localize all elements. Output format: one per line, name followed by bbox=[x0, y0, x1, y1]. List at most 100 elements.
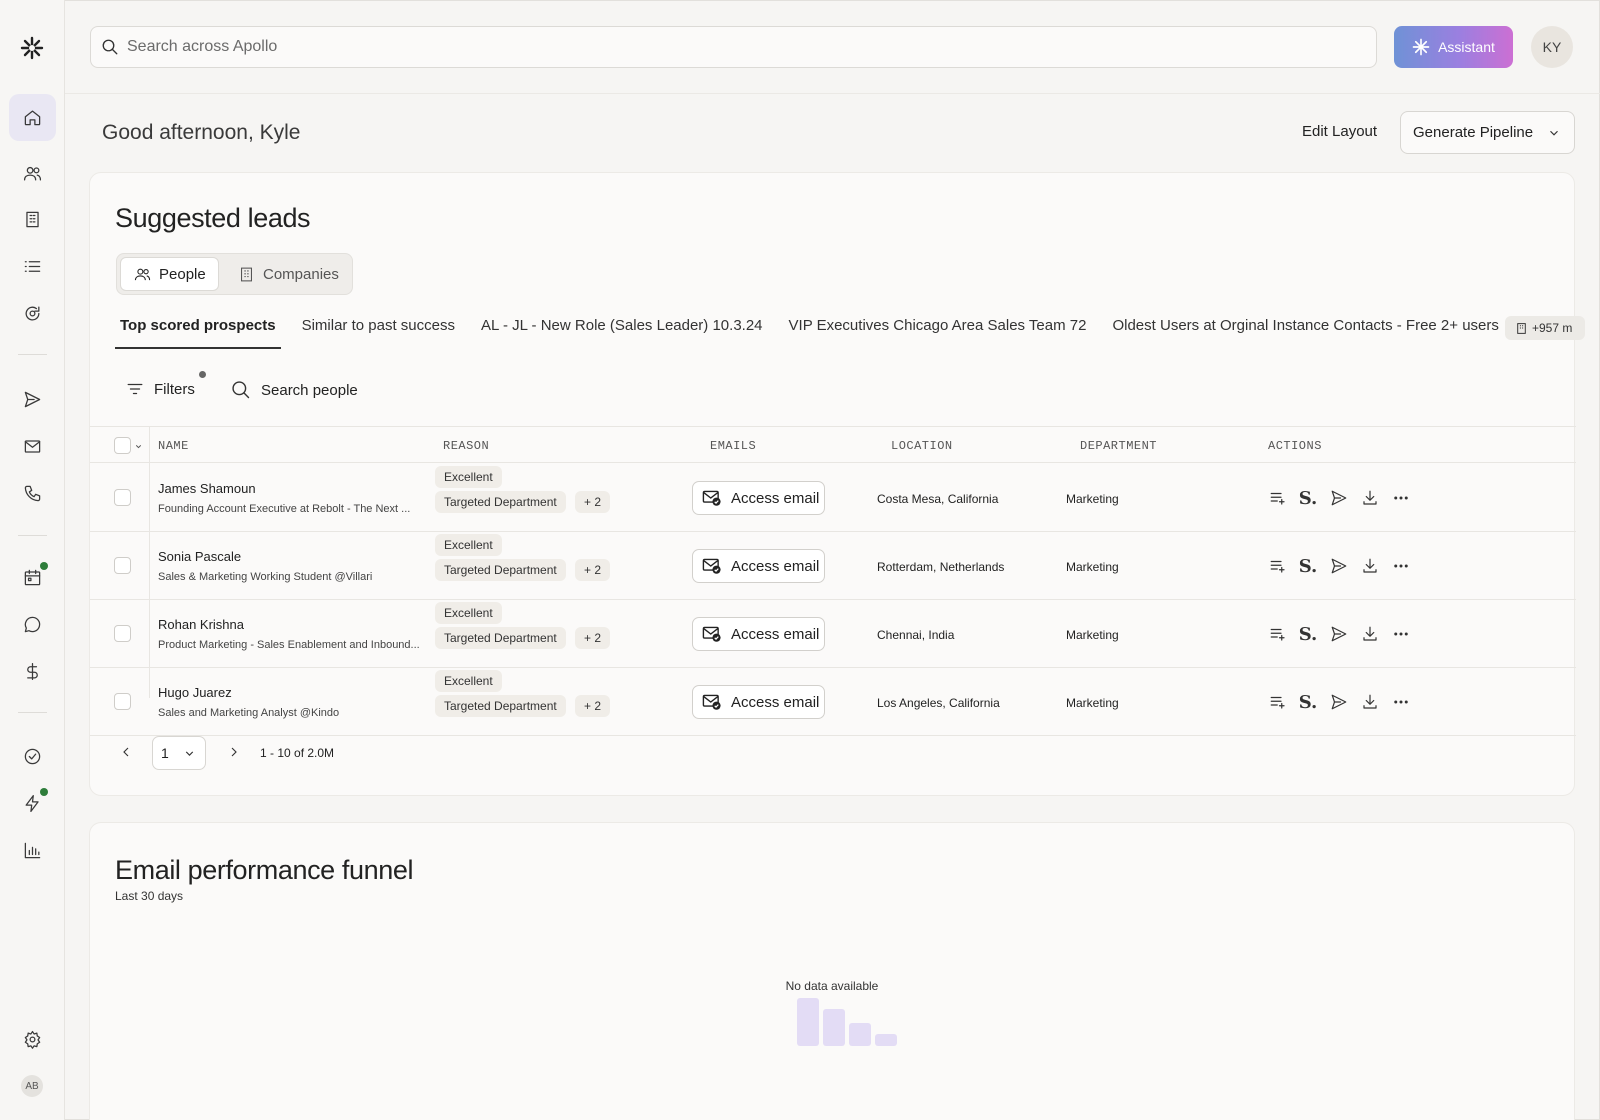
global-search[interactable] bbox=[90, 26, 1377, 68]
segment-companies[interactable]: Companies bbox=[225, 257, 351, 291]
sequence-button[interactable]: S. bbox=[1298, 624, 1318, 645]
add-to-list-icon bbox=[1270, 560, 1285, 573]
download-button[interactable] bbox=[1360, 624, 1380, 644]
dollar-icon bbox=[27, 662, 38, 681]
chevron-left-icon bbox=[123, 747, 129, 757]
apollo-logo-icon[interactable] bbox=[20, 36, 44, 60]
add-to-list-button[interactable] bbox=[1268, 624, 1288, 644]
sidebar-item-workflows[interactable] bbox=[9, 780, 56, 827]
chevron-down-icon bbox=[185, 750, 193, 756]
sidebar-item-conversations[interactable] bbox=[9, 601, 56, 648]
generate-pipeline-label: Generate Pipeline bbox=[1413, 124, 1534, 141]
download-button[interactable] bbox=[1360, 692, 1380, 712]
send-button[interactable] bbox=[1329, 692, 1349, 712]
chevron-down-icon[interactable] bbox=[134, 442, 143, 451]
assistant-label: Assistant bbox=[1438, 39, 1495, 55]
sidebar-item-sequences[interactable] bbox=[9, 376, 56, 423]
add-to-list-button[interactable] bbox=[1268, 692, 1288, 712]
table-row[interactable]: James Shamoun Founding Account Executive… bbox=[90, 464, 1576, 532]
reason-more-badge[interactable]: + 2 bbox=[575, 695, 611, 717]
sidebar-item-calls[interactable] bbox=[9, 470, 56, 517]
send-button[interactable] bbox=[1329, 556, 1349, 576]
lead-name[interactable]: Rohan Krishna bbox=[158, 617, 244, 632]
sidebar-item-deals[interactable] bbox=[9, 648, 56, 695]
more-lists-chip[interactable]: +957 m bbox=[1505, 316, 1585, 340]
table-row[interactable]: Hugo Juarez Sales and Marketing Analyst … bbox=[90, 668, 1576, 736]
send-button[interactable] bbox=[1329, 488, 1349, 508]
more-actions-button[interactable] bbox=[1391, 488, 1411, 508]
lead-name[interactable]: James Shamoun bbox=[158, 481, 256, 496]
access-email-button[interactable]: Access email bbox=[692, 481, 825, 515]
row-checkbox[interactable] bbox=[114, 557, 131, 574]
sidebar-item-data-enrichment[interactable] bbox=[9, 290, 56, 337]
row-checkbox[interactable] bbox=[114, 693, 131, 710]
reason-more-badge[interactable]: + 2 bbox=[575, 559, 611, 581]
table-row[interactable]: Rohan Krishna Product Marketing - Sales … bbox=[90, 600, 1576, 668]
add-to-list-button[interactable] bbox=[1268, 488, 1288, 508]
filters-button[interactable]: Filters bbox=[126, 380, 195, 398]
sidebar-item-people[interactable] bbox=[9, 150, 56, 197]
tab-similar-past-success[interactable]: Similar to past success bbox=[297, 313, 460, 349]
more-actions-button[interactable] bbox=[1391, 556, 1411, 576]
lead-name[interactable]: Hugo Juarez bbox=[158, 685, 232, 700]
lead-department: Marketing bbox=[1066, 628, 1119, 642]
download-icon bbox=[1363, 558, 1377, 573]
download-button[interactable] bbox=[1360, 488, 1380, 508]
more-horizontal-icon bbox=[1394, 700, 1408, 704]
prev-page-button[interactable] bbox=[118, 744, 134, 760]
building-icon bbox=[241, 267, 252, 281]
select-all-checkbox[interactable] bbox=[114, 437, 131, 454]
page-select[interactable]: 1 bbox=[152, 736, 206, 770]
search-people-button[interactable]: Search people bbox=[231, 380, 358, 400]
mail-icon bbox=[24, 440, 41, 453]
notification-dot bbox=[40, 788, 48, 796]
sidebar-item-emails[interactable] bbox=[9, 423, 56, 470]
reason-more-badge[interactable]: + 2 bbox=[575, 491, 611, 513]
assistant-button[interactable]: Assistant bbox=[1394, 26, 1513, 68]
tab-oldest-users[interactable]: Oldest Users at Orginal Instance Contact… bbox=[1107, 313, 1503, 349]
no-data-message: No data available bbox=[785, 979, 879, 993]
lead-name[interactable]: Sonia Pascale bbox=[158, 549, 241, 564]
user-avatar[interactable]: KY bbox=[1531, 26, 1573, 68]
access-email-button[interactable]: Access email bbox=[692, 685, 825, 719]
building-icon bbox=[1517, 322, 1526, 334]
tab-vip-executives[interactable]: VIP Executives Chicago Area Sales Team 7… bbox=[784, 313, 1092, 349]
sequence-button[interactable]: S. bbox=[1298, 555, 1318, 577]
column-header-emails[interactable]: EMAILS bbox=[710, 439, 756, 453]
add-to-list-button[interactable] bbox=[1268, 556, 1288, 576]
sidebar-item-meetings[interactable] bbox=[9, 554, 56, 601]
sidebar-avatar[interactable]: AB bbox=[21, 1075, 43, 1097]
table-row[interactable]: Sonia Pascale Sales & Marketing Working … bbox=[90, 532, 1576, 600]
download-button[interactable] bbox=[1360, 556, 1380, 576]
column-header-name[interactable]: NAME bbox=[158, 439, 189, 453]
send-icon bbox=[1331, 626, 1347, 642]
edit-layout-button[interactable]: Edit Layout bbox=[1302, 123, 1377, 140]
more-actions-button[interactable] bbox=[1391, 624, 1411, 644]
access-email-button[interactable]: Access email bbox=[692, 549, 825, 583]
search-input[interactable] bbox=[127, 38, 1327, 56]
sidebar-item-home[interactable] bbox=[9, 94, 56, 141]
column-header-location[interactable]: LOCATION bbox=[891, 439, 953, 453]
next-page-button[interactable] bbox=[226, 744, 242, 760]
send-button[interactable] bbox=[1329, 624, 1349, 644]
sequence-button[interactable]: S. bbox=[1298, 692, 1318, 713]
sequence-button[interactable]: S. bbox=[1298, 488, 1318, 509]
segment-people[interactable]: People bbox=[120, 257, 219, 291]
tab-new-role-sales-leader[interactable]: AL - JL - New Role (Sales Leader) 10.3.2… bbox=[476, 313, 768, 349]
sequence-s-icon: S. bbox=[1298, 555, 1318, 577]
sidebar-item-lists[interactable] bbox=[9, 243, 56, 290]
reason-more-badge[interactable]: + 2 bbox=[575, 627, 611, 649]
sidebar-item-tasks[interactable] bbox=[9, 733, 56, 780]
more-actions-button[interactable] bbox=[1391, 692, 1411, 712]
settings-icon bbox=[24, 1030, 41, 1049]
row-checkbox[interactable] bbox=[114, 625, 131, 642]
sidebar-item-analytics[interactable] bbox=[9, 827, 56, 874]
row-checkbox[interactable] bbox=[114, 489, 131, 506]
tab-top-scored[interactable]: Top scored prospects bbox=[115, 313, 281, 349]
access-email-button[interactable]: Access email bbox=[692, 617, 825, 651]
column-header-reason[interactable]: REASON bbox=[443, 439, 489, 453]
generate-pipeline-dropdown[interactable]: Generate Pipeline bbox=[1400, 111, 1575, 154]
sidebar-item-companies[interactable] bbox=[9, 196, 56, 243]
sidebar-item-settings[interactable] bbox=[9, 1016, 56, 1063]
column-header-department[interactable]: DEPARTMENT bbox=[1080, 439, 1157, 453]
